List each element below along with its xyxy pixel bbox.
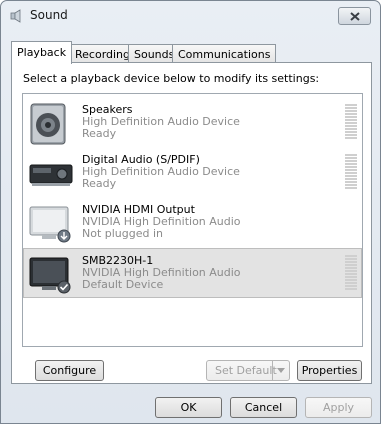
device-item-smb2230h[interactable]: SMB2230H-1 NVIDIA High Definition Audio …: [23, 248, 362, 298]
set-default-dropdown[interactable]: [272, 361, 289, 380]
device-status: Default Device: [82, 278, 164, 291]
configure-button[interactable]: Configure: [35, 360, 104, 381]
cancel-button[interactable]: Cancel: [230, 397, 297, 418]
instruction-text: Select a playback device below to modify…: [23, 72, 320, 85]
chevron-down-icon: [277, 368, 285, 373]
device-status: Ready: [82, 127, 117, 140]
volume-meter: [345, 104, 357, 142]
device-item-digital-audio[interactable]: Digital Audio (S/PDIF) High Definition A…: [24, 148, 361, 198]
device-item-speakers[interactable]: Speakers High Definition Audio Device Re…: [24, 98, 361, 148]
device-list[interactable]: Speakers High Definition Audio Device Re…: [22, 93, 363, 347]
device-item-nvidia-hdmi[interactable]: NVIDIA HDMI Output NVIDIA High Definitio…: [24, 198, 361, 248]
tab-playback[interactable]: Playback: [11, 41, 73, 64]
apply-button[interactable]: Apply: [305, 397, 372, 418]
speaker-icon: [10, 9, 24, 23]
properties-button[interactable]: Properties: [297, 360, 362, 381]
speakers-icon: [28, 103, 74, 145]
monitor-default-icon: [28, 254, 74, 296]
title-bar[interactable]: Sound: [1, 1, 380, 31]
playback-panel: Select a playback device below to modify…: [11, 62, 372, 384]
sound-dialog: Sound Playback Recording Sounds Communic…: [0, 0, 381, 424]
set-default-button[interactable]: Set Default: [206, 360, 290, 381]
close-icon: [350, 12, 360, 21]
tab-communications[interactable]: Communications: [172, 44, 277, 63]
device-status: Ready: [82, 177, 117, 190]
volume-meter: [345, 154, 357, 192]
digital-audio-receiver-icon: [28, 153, 74, 195]
device-status: Not plugged in: [82, 227, 164, 240]
volume-meter: [345, 255, 357, 293]
window-title: Sound: [30, 8, 68, 22]
tab-recording[interactable]: Recording: [69, 44, 137, 63]
set-default-label: Set Default: [215, 364, 277, 377]
ok-button[interactable]: OK: [155, 397, 222, 418]
monitor-unplugged-icon: [28, 203, 74, 245]
close-button[interactable]: [338, 7, 371, 25]
